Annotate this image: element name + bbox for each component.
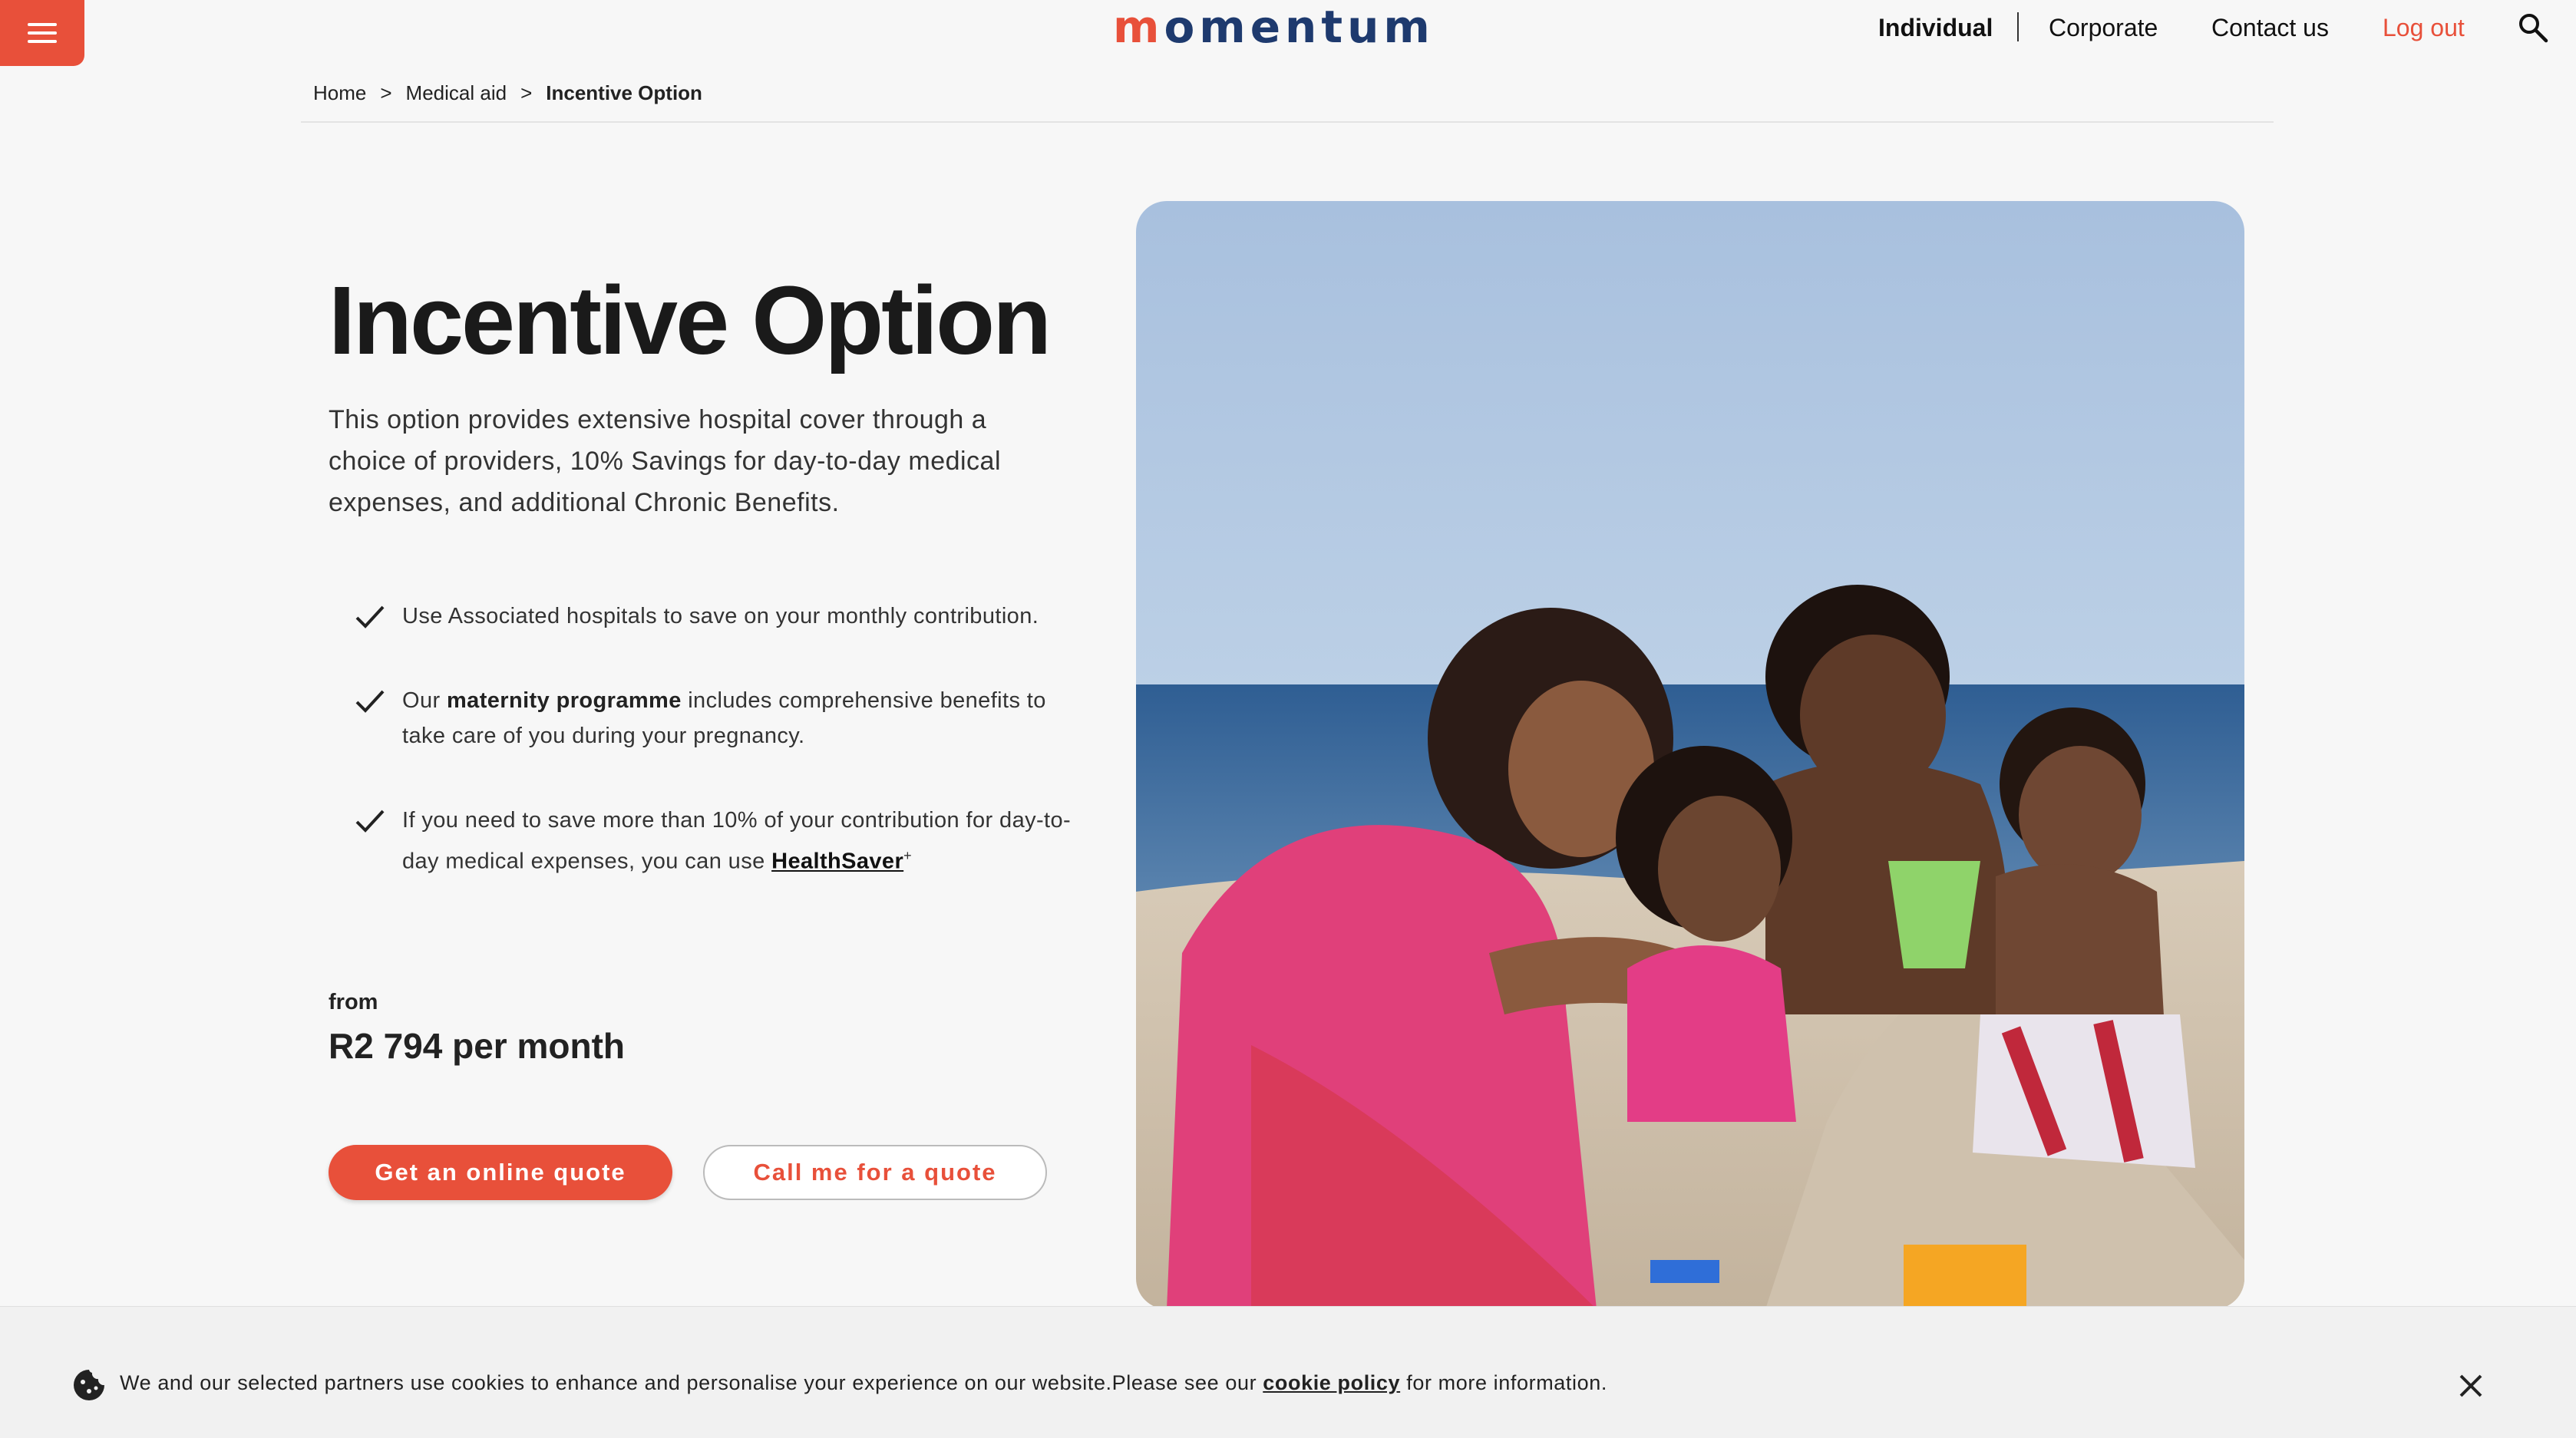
intro-text: This option provides extensive hospital … [329, 405, 1002, 517]
logo-rest: omentum [1164, 1, 1435, 53]
logo-first-letter: m [1113, 1, 1164, 53]
breadcrumb-medical-aid[interactable]: Medical aid [406, 81, 507, 105]
get-online-quote-button[interactable]: Get an online quote [329, 1145, 672, 1200]
menu-icon [28, 23, 57, 43]
nav-contact-us[interactable]: Contact us [2211, 14, 2329, 42]
feature-list: Use Associated hospitals to save on your… [355, 599, 1076, 879]
momentum-logo[interactable]: momentum [1113, 0, 1430, 54]
menu-button[interactable] [0, 0, 84, 66]
hero-image [1136, 201, 2244, 1309]
feature-text-prefix: If you need to save more than 10% of you… [402, 808, 1072, 874]
breadcrumb-separator: > [520, 81, 533, 104]
feature-item: Use Associated hospitals to save on your… [355, 599, 1076, 634]
feature-text-prefix: Our [402, 688, 447, 713]
price: R2 794 per month [329, 1026, 625, 1066]
breadcrumb-home[interactable]: Home [313, 81, 366, 105]
breadcrumb-current: Incentive Option [546, 81, 702, 104]
feature-text: Use Associated hospitals to save on your… [402, 604, 1039, 628]
feature-item: Our maternity programme includes compreh… [355, 683, 1076, 754]
nav-divider [2017, 12, 2019, 41]
page-title: Incentive Option [329, 266, 1052, 374]
healthsaver-link[interactable]: HealthSaver [771, 849, 903, 874]
close-icon[interactable] [2456, 1371, 2485, 1400]
feature-item: If you need to save more than 10% of you… [355, 803, 1076, 879]
price-from-label: from [329, 990, 378, 1014]
check-icon [355, 690, 385, 713]
cookie-banner: We and our selected partners use cookies… [0, 1306, 2576, 1438]
search-icon[interactable] [2518, 12, 2548, 43]
check-icon [355, 605, 385, 628]
breadcrumb-divider [301, 121, 2274, 123]
cookie-text-after: for more information. [1400, 1371, 1607, 1394]
breadcrumb: Home > Medical aid > Incentive Option [313, 80, 702, 106]
breadcrumb-separator: > [380, 81, 392, 104]
cookie-policy-link[interactable]: cookie policy [1263, 1371, 1400, 1394]
maternity-programme-link[interactable]: maternity programme [447, 688, 682, 713]
cookie-icon [74, 1370, 104, 1400]
call-me-for-quote-button[interactable]: Call me for a quote [703, 1145, 1047, 1200]
cookie-message: We and our selected partners use cookies… [120, 1371, 1607, 1395]
nav-corporate[interactable]: Corporate [2049, 14, 2158, 42]
cookie-text-before: We and our selected partners use cookies… [120, 1371, 1263, 1394]
nav-log-out[interactable]: Log out [2383, 14, 2465, 42]
check-icon [355, 810, 385, 833]
nav-individual[interactable]: Individual [1878, 14, 1993, 42]
superscript-plus: + [903, 848, 913, 863]
